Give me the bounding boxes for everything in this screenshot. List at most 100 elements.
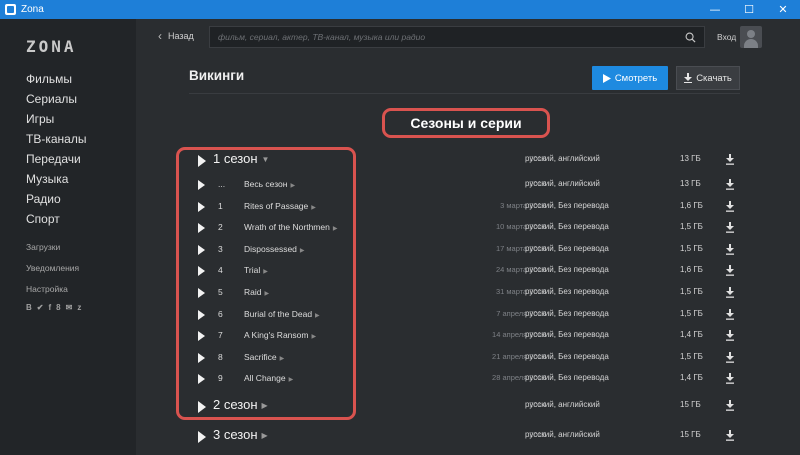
episode-languages: русский, Без перевода bbox=[525, 373, 609, 383]
login-link[interactable]: Вход bbox=[717, 32, 736, 42]
episode-number: 8 bbox=[218, 351, 223, 362]
episode-row[interactable]: 7A King's Ransom ▶ 14 апреля 2013 русский, … bbox=[189, 326, 740, 346]
episode-row[interactable]: 9 All Change ▶ 28 апреля 2013 русский, Без п… bbox=[189, 369, 740, 389]
play-icon bbox=[602, 73, 611, 83]
episode-row[interactable]: 2 Wrath of the Northmen ▶ 10 марта 2013 русс… bbox=[189, 218, 740, 238]
episode-title[interactable]: Wrath of the Northmen ▶ bbox=[244, 222, 337, 232]
download-button[interactable]: Скачать bbox=[676, 66, 740, 90]
sidebar-nav: Фильмы Сериалы Игры ТВ-каналы Передачи М… bbox=[26, 69, 86, 229]
play-triangle-icon[interactable] bbox=[198, 288, 205, 298]
download-icon[interactable] bbox=[725, 179, 735, 190]
episode-row[interactable]: 6 Burial of the Dead ▶ 7 апреля 2013 русский… bbox=[189, 305, 740, 325]
maximize-button[interactable]: ☐ bbox=[732, 0, 766, 19]
season-row[interactable]: 3 сезон ▶ 2015 русский, английский 15 ГБ bbox=[189, 426, 740, 446]
odnoklassniki-icon[interactable]: 8 bbox=[56, 303, 60, 312]
season-label: 1 сезон ▼ bbox=[213, 151, 269, 166]
episode-languages: русский, Без перевода bbox=[525, 200, 609, 210]
episode-row[interactable]: 1 Rites of Passage ▶ 3 марта 2013 русский, Б… bbox=[189, 197, 740, 217]
expand-triangle-icon[interactable] bbox=[198, 401, 206, 413]
episode-size: 1,5 ГБ bbox=[680, 351, 703, 361]
top-bar: ‹ Назад Вход bbox=[136, 19, 800, 57]
mail-icon[interactable]: ✉ bbox=[66, 303, 73, 312]
caret-down-icon: ▼ bbox=[261, 155, 270, 165]
episode-number: 1 bbox=[218, 200, 223, 211]
episode-title[interactable]: Trial ▶ bbox=[244, 265, 268, 275]
episode-title[interactable]: Dispossessed ▶ bbox=[244, 244, 305, 254]
expand-triangle-icon[interactable] bbox=[198, 155, 206, 167]
sidebar-item-shows[interactable]: Передачи bbox=[26, 149, 86, 169]
episode-languages: русский, Без перевода bbox=[525, 287, 609, 296]
sidebar-item-series[interactable]: Сериалы bbox=[26, 89, 86, 109]
play-triangle-icon[interactable] bbox=[198, 374, 205, 385]
sidebar-item-settings[interactable]: Настройка bbox=[26, 279, 79, 300]
season-size: 15 ГБ bbox=[680, 430, 701, 439]
sidebar-item-music[interactable]: Музыка bbox=[26, 169, 86, 189]
episode-title[interactable]: Rites of Passage ▶ bbox=[244, 201, 316, 211]
play-triangle-icon[interactable] bbox=[198, 309, 205, 320]
page-title: Викинги bbox=[189, 68, 245, 83]
play-triangle-icon[interactable] bbox=[198, 201, 205, 212]
back-button[interactable]: ‹ Назад bbox=[158, 29, 194, 43]
back-label: Назад bbox=[168, 31, 194, 41]
sidebar-item-notifications[interactable]: Уведомления bbox=[26, 258, 79, 279]
vk-icon[interactable]: B bbox=[26, 303, 32, 312]
download-icon[interactable] bbox=[725, 351, 735, 363]
episode-row[interactable]: 3 Dispossessed ▶ 17 марта 2013 русский, Без … bbox=[189, 240, 740, 260]
sidebar-item-downloads[interactable]: Загрузки bbox=[26, 237, 79, 258]
episode-row[interactable]: 4 Trial ▶ 24 марта 2013 русский, Без перевод… bbox=[189, 261, 740, 281]
episode-row[interactable]: ... Весь сезон ▶ 2013 русский, английский 13 … bbox=[189, 175, 740, 195]
season-row[interactable]: 2 сезон ▶ 2014 русский, английский 15 ГБ bbox=[189, 396, 740, 416]
episode-title[interactable]: Sacrifice ▶ bbox=[244, 352, 284, 362]
play-triangle-icon[interactable] bbox=[198, 223, 205, 234]
download-icon[interactable] bbox=[725, 265, 735, 277]
download-icon[interactable] bbox=[725, 154, 735, 165]
download-icon[interactable] bbox=[725, 243, 735, 255]
download-icon[interactable] bbox=[725, 373, 735, 385]
season-languages: русский, английский bbox=[525, 430, 600, 439]
episode-title[interactable]: All Change ▶ bbox=[244, 373, 293, 383]
episode-title[interactable]: Burial of the Dead ▶ bbox=[244, 309, 320, 319]
episode-row[interactable]: 8 Sacrifice ▶ 21 апреля 2013 русский, Без пе… bbox=[189, 348, 740, 368]
episode-number: 3 bbox=[218, 243, 223, 254]
episode-title[interactable]: Весь сезон ▶ bbox=[244, 179, 295, 189]
episode-title[interactable]: Raid ▶ bbox=[244, 287, 269, 297]
download-icon[interactable] bbox=[725, 222, 735, 233]
twitter-icon[interactable]: ✔ bbox=[37, 303, 44, 312]
sidebar-item-movies[interactable]: Фильмы bbox=[26, 69, 86, 89]
season-row[interactable]: 1 сезон ▼ 2013 русский, английский 13 ГБ bbox=[189, 150, 740, 170]
sidebar-item-tv-channels[interactable]: ТВ-каналы bbox=[26, 129, 86, 149]
episode-size: 1,4 ГБ bbox=[680, 373, 703, 383]
play-triangle-icon[interactable] bbox=[198, 352, 205, 363]
download-icon[interactable] bbox=[725, 400, 735, 411]
facebook-icon[interactable]: f bbox=[48, 303, 51, 312]
download-icon[interactable] bbox=[725, 308, 735, 320]
play-triangle-icon[interactable] bbox=[198, 266, 205, 277]
episode-languages: русский, Без перевода bbox=[525, 243, 609, 253]
play-triangle-icon[interactable] bbox=[198, 244, 205, 255]
search-input[interactable] bbox=[218, 32, 668, 42]
expand-triangle-icon[interactable] bbox=[198, 431, 206, 443]
play-triangle-icon[interactable] bbox=[198, 331, 205, 342]
avatar[interactable] bbox=[740, 26, 762, 48]
watch-button[interactable]: Смотреть bbox=[592, 66, 668, 90]
episode-size: 1,5 ГБ bbox=[680, 308, 703, 318]
close-button[interactable]: ✕ bbox=[766, 0, 800, 19]
episode-row[interactable]: 5 Raid ▶ 31 марта 2013 русский, Без перевода… bbox=[189, 283, 740, 303]
episode-number: 7 bbox=[218, 330, 223, 341]
episode-title[interactable]: A King's Ransom ▶ bbox=[244, 330, 316, 340]
season-label: 2 сезон ▶ bbox=[213, 397, 268, 412]
play-triangle-icon[interactable] bbox=[198, 180, 205, 190]
download-icon[interactable] bbox=[725, 287, 735, 298]
download-icon[interactable] bbox=[725, 200, 735, 212]
sidebar-item-sport[interactable]: Спорт bbox=[26, 209, 86, 229]
zona-logo[interactable]: ZONA bbox=[26, 37, 77, 56]
minimize-button[interactable]: — bbox=[698, 0, 732, 19]
search-icon[interactable] bbox=[685, 32, 696, 43]
download-icon[interactable] bbox=[725, 430, 735, 441]
zona-social-icon[interactable]: z bbox=[77, 303, 81, 312]
download-icon[interactable] bbox=[725, 330, 735, 341]
sidebar-item-radio[interactable]: Радио bbox=[26, 189, 86, 209]
sidebar-item-games[interactable]: Игры bbox=[26, 109, 86, 129]
header-divider bbox=[189, 93, 740, 94]
sidebar: ZONA Фильмы Сериалы Игры ТВ-каналы Перед… bbox=[0, 19, 136, 455]
